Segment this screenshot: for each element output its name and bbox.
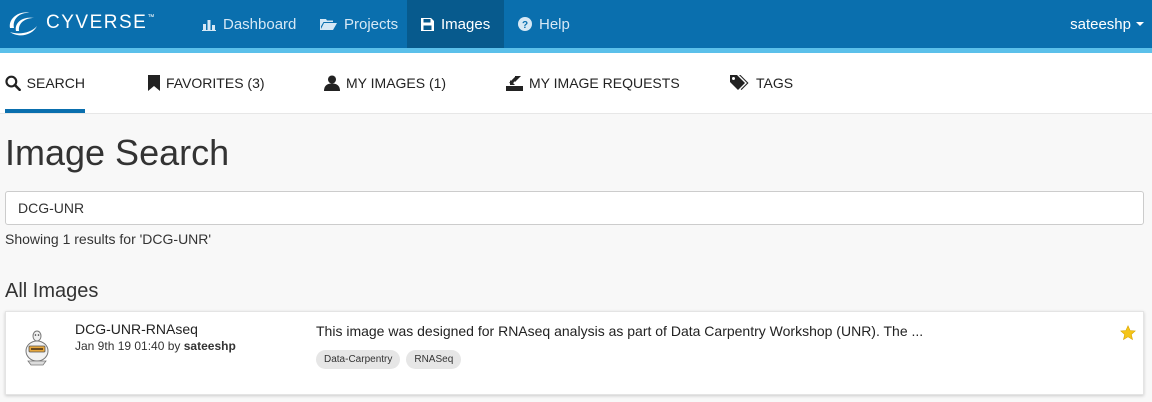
search-icon — [5, 75, 21, 91]
nav-images[interactable]: Images — [407, 0, 504, 48]
tab-my-image-requests[interactable]: MY IMAGE REQUESTS — [506, 53, 680, 113]
bar-chart-icon — [202, 19, 216, 31]
results-summary: Showing 1 results for 'DCG-UNR' — [5, 231, 212, 247]
nav-dashboard-label: Dashboard — [223, 15, 297, 33]
folder-open-icon — [320, 18, 337, 30]
nav-dashboard[interactable]: Dashboard — [190, 0, 302, 48]
image-logo-icon — [25, 330, 49, 366]
nav-projects[interactable]: Projects — [308, 0, 407, 48]
nav-help[interactable]: ? Help — [504, 0, 584, 48]
image-subtabs: SEARCH FAVORITES (3) MY IMAGES (1) MY IM… — [0, 53, 1152, 114]
tab-my-images[interactable]: MY IMAGES (1) — [324, 53, 446, 113]
tab-my-images-label: MY IMAGES (1) — [346, 75, 447, 91]
tab-tags[interactable]: TAGS — [730, 53, 793, 113]
user-name: sateeshp — [1070, 15, 1131, 33]
cyverse-logo-icon — [9, 12, 37, 36]
image-description: This image was designed for RNAseq analy… — [316, 323, 924, 339]
brand-logo[interactable]: CYVERSE ™ — [6, 6, 154, 40]
tab-search[interactable]: SEARCH — [5, 53, 85, 113]
bookmark-icon — [148, 75, 160, 91]
page-title: Image Search — [5, 132, 230, 173]
question-circle-icon: ? — [518, 17, 532, 31]
tab-tags-label: TAGS — [756, 75, 794, 91]
tab-favorites[interactable]: FAVORITES (3) — [148, 53, 265, 113]
nav-images-label: Images — [441, 15, 491, 33]
top-navbar: CYVERSE ™ Dashboard Projects Images ? He… — [0, 0, 1152, 48]
brand-name: CYVERSE — [46, 12, 148, 33]
user-menu[interactable]: sateeshp — [1070, 0, 1144, 48]
image-tags: Data-Carpentry RNASeq — [316, 350, 467, 369]
chevron-down-icon — [1136, 22, 1144, 26]
tag-rnaseq[interactable]: RNASeq — [406, 350, 462, 369]
svg-text:?: ? — [522, 20, 528, 31]
search-input[interactable] — [5, 191, 1144, 225]
image-name[interactable]: DCG-UNR-RNAseq — [75, 321, 198, 337]
tab-favorites-label: FAVORITES (3) — [166, 75, 265, 91]
tags-icon — [730, 75, 749, 90]
image-card[interactable]: DCG-UNR-RNAseq Jan 9th 19 01:40 by satee… — [5, 311, 1144, 395]
image-author: sateeshp — [183, 339, 236, 353]
image-date: Jan 9th 19 01:40 by — [75, 339, 184, 353]
tab-my-image-requests-label: MY IMAGE REQUESTS — [529, 75, 680, 91]
user-icon — [324, 75, 340, 91]
brand-trademark: ™ — [147, 13, 155, 21]
section-title: All Images — [5, 280, 99, 302]
nav-help-label: Help — [539, 15, 570, 33]
image-meta: Jan 9th 19 01:40 by sateeshp — [75, 339, 236, 353]
floppy-disk-icon — [421, 17, 434, 31]
tab-search-label: SEARCH — [26, 75, 85, 91]
tag-data-carpentry[interactable]: Data-Carpentry — [316, 350, 401, 369]
import-icon — [506, 76, 523, 91]
nav-projects-label: Projects — [344, 15, 399, 33]
star-icon[interactable] — [1120, 325, 1136, 341]
